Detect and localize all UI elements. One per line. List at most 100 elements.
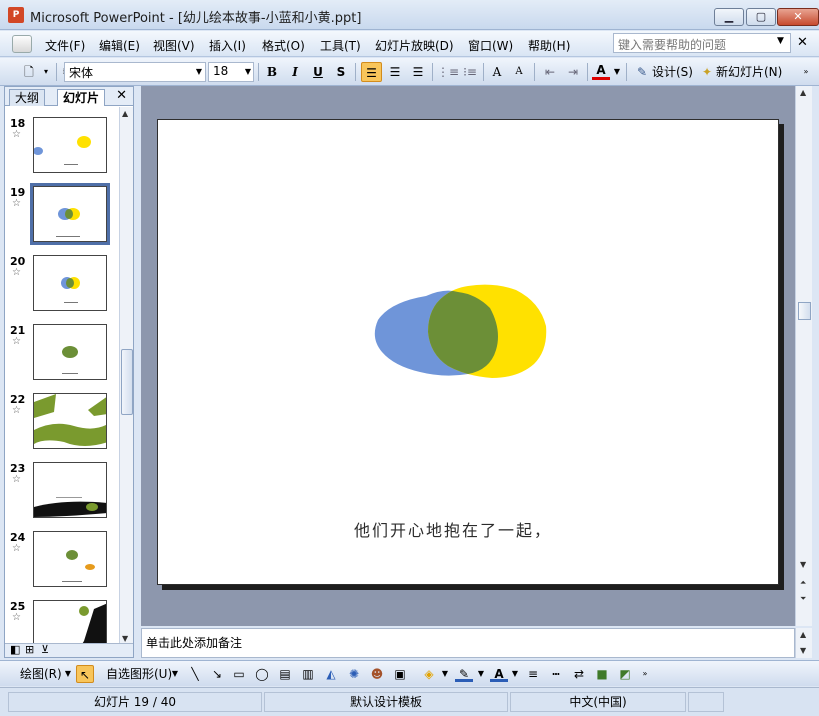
slide-thumbnail-row[interactable]: 20 ☆ (5, 255, 119, 317)
slide-thumbnail-row[interactable]: 25 ☆ (5, 600, 119, 645)
clip-art-icon[interactable]: ☻ (368, 665, 386, 683)
help-search-input[interactable]: 键入需要帮助的问题 (613, 33, 791, 53)
line-icon[interactable]: ╲ (186, 665, 204, 683)
font-color-chevron-icon[interactable]: ▼ (612, 62, 622, 82)
chevron-down-icon[interactable]: ▼ (170, 665, 180, 683)
menu-window[interactable]: 窗口(W) (468, 37, 513, 54)
close-icon[interactable]: ✕ (116, 88, 127, 103)
slide-sorter-icon[interactable]: ⊞ (25, 643, 34, 656)
slide-thumbnail-row[interactable]: 22 ☆ (5, 393, 119, 455)
slide-thumbnail[interactable] (30, 183, 110, 245)
font-size-chevron-icon[interactable]: ▼ (242, 63, 254, 81)
new-slide-button[interactable]: 新幻灯片(N) (716, 62, 782, 82)
maximize-button[interactable]: ▢ (746, 8, 776, 26)
autoshapes-button[interactable]: 自选图形(U) (106, 665, 172, 683)
dash-style-icon[interactable]: ┅ (547, 665, 565, 683)
new-document-icon[interactable]: 🗋 (20, 62, 38, 82)
menu-view[interactable]: 视图(V) (153, 37, 195, 54)
align-center-icon[interactable]: ☰ (385, 62, 405, 82)
chevron-down-icon[interactable]: ▼ (63, 665, 73, 683)
toolbar-overflow-icon[interactable]: » (639, 665, 651, 683)
menu-slideshow[interactable]: 幻灯片放映(D) (375, 37, 454, 54)
rectangle-icon[interactable]: ▭ (230, 665, 248, 683)
shadow-style-icon[interactable]: ■ (593, 665, 611, 683)
bold-button[interactable]: B (263, 62, 281, 82)
thumbnail-scrollbar[interactable]: ▲ ▼ (119, 107, 133, 645)
align-left-icon[interactable]: ☰ (361, 62, 382, 82)
bullets-icon[interactable]: ⁝≡ (460, 62, 480, 82)
next-slide-icon[interactable]: ⏷ (800, 594, 806, 604)
chevron-down-icon[interactable]: ▼ (510, 665, 520, 683)
slide-thumbnail[interactable] (33, 324, 107, 380)
font-color-icon[interactable]: A (592, 62, 610, 80)
close-document-icon[interactable]: ✕ (797, 35, 808, 50)
tab-slides[interactable]: 幻灯片 (57, 89, 106, 106)
slide-thumbnail[interactable] (33, 600, 107, 645)
scroll-down-icon[interactable]: ▼ (800, 560, 806, 569)
toolbar-options-icon[interactable]: ▾ (40, 62, 52, 82)
arrow-icon[interactable]: ↘ (208, 665, 226, 683)
chevron-down-icon[interactable]: ▼ (476, 665, 486, 683)
scrollbar-thumb[interactable] (121, 349, 133, 415)
menu-file[interactable]: 文件(F) (45, 37, 85, 54)
close-button[interactable]: ✕ (777, 8, 819, 26)
slideshow-icon[interactable]: ⊻ (41, 643, 49, 656)
scroll-up-icon[interactable]: ▲ (122, 109, 128, 118)
wordart-icon[interactable]: ◭ (322, 665, 340, 683)
decrease-font-icon[interactable]: A (510, 62, 528, 82)
draw-menu-button[interactable]: 绘图(R) (20, 665, 62, 683)
slide-caption[interactable]: 他们开心地抱在了一起， (158, 517, 748, 541)
current-slide[interactable]: 他们开心地抱在了一起， (157, 119, 779, 585)
line-style-icon[interactable]: ≡ (524, 665, 542, 683)
chevron-down-icon[interactable]: ▼ (440, 665, 450, 683)
font-color-icon[interactable]: A (490, 665, 508, 682)
slide-thumbnail[interactable] (33, 393, 107, 449)
slide-thumbnail[interactable] (33, 117, 107, 173)
increase-font-icon[interactable]: A (488, 62, 506, 82)
fill-color-icon[interactable]: ◈ (420, 665, 438, 683)
menu-format[interactable]: 格式(O) (262, 37, 305, 54)
slide-thumbnail[interactable] (33, 531, 107, 587)
line-color-icon[interactable]: ✎ (455, 665, 473, 682)
insert-picture-icon[interactable]: ▣ (391, 665, 409, 683)
chevron-down-icon[interactable]: ▼ (777, 36, 784, 46)
scroll-up-icon[interactable]: ▲ (800, 88, 806, 97)
font-name-select[interactable]: 宋体 (64, 62, 206, 82)
arrow-style-icon[interactable]: ⇄ (570, 665, 588, 683)
scrollbar-thumb[interactable] (798, 302, 811, 320)
underline-button[interactable]: U (309, 62, 327, 82)
decrease-indent-icon[interactable]: ⇤ (540, 62, 560, 82)
shadow-button[interactable]: S (332, 62, 350, 82)
slide-thumbnail-row[interactable]: 18 ☆ (5, 117, 119, 179)
notes-pane[interactable]: 单击此处添加备注 (141, 628, 795, 658)
font-name-chevron-icon[interactable]: ▼ (193, 63, 205, 81)
italic-button[interactable]: I (286, 62, 304, 82)
increase-indent-icon[interactable]: ⇥ (563, 62, 583, 82)
menu-tools[interactable]: 工具(T) (320, 37, 361, 54)
toolbar-overflow-icon[interactable]: » (800, 62, 812, 82)
3d-style-icon[interactable]: ◩ (616, 665, 634, 683)
previous-slide-icon[interactable]: ⏶ (800, 578, 806, 588)
scroll-down-icon[interactable]: ▼ (122, 634, 128, 643)
normal-view-icon[interactable]: ◧ (10, 643, 20, 656)
notes-scrollbar[interactable]: ▲ ▼ (795, 628, 812, 658)
menu-help[interactable]: 帮助(H) (528, 37, 570, 54)
minimize-button[interactable]: ▁ (714, 8, 744, 26)
slide-thumbnail[interactable] (33, 462, 107, 518)
scroll-up-icon[interactable]: ▲ (800, 630, 806, 639)
vertical-text-box-icon[interactable]: ▥ (299, 665, 317, 683)
slide-thumbnail[interactable] (33, 255, 107, 311)
slide-thumbnail-row-selected[interactable]: 19 ☆ (5, 183, 119, 248)
slide-thumbnail-row[interactable]: 24 ☆ (5, 531, 119, 593)
editor-scrollbar[interactable]: ▲ ▼ ⏶ ⏷ (795, 86, 812, 626)
align-right-icon[interactable]: ☰ (408, 62, 428, 82)
diagram-icon[interactable]: ✺ (345, 665, 363, 683)
numbering-icon[interactable]: ⋮≡ (437, 62, 459, 82)
design-button[interactable]: 设计(S) (652, 62, 693, 82)
tab-outline[interactable]: 大纲 (9, 89, 46, 106)
menu-insert[interactable]: 插入(I) (209, 37, 246, 54)
slide-thumbnail-row[interactable]: 21 ☆ (5, 324, 119, 386)
scroll-down-icon[interactable]: ▼ (800, 646, 806, 655)
oval-icon[interactable]: ◯ (253, 665, 271, 683)
menu-edit[interactable]: 编辑(E) (99, 37, 140, 54)
